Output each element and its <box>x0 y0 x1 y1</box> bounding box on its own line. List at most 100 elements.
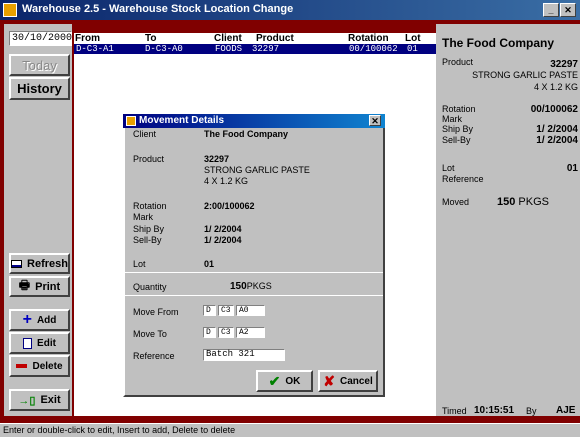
col-from[interactable]: From <box>75 33 100 44</box>
grid-header: From To Client Product Rotation Lot <box>74 33 436 44</box>
minimize-icon[interactable]: _ <box>543 3 559 17</box>
lot-value: 01 <box>566 163 578 174</box>
dlg-sellby-label: Sell-By <box>133 235 162 245</box>
dlg-quantity: 150PKGS <box>230 281 272 292</box>
product-code: 32297 <box>550 59 578 70</box>
cell-client: FOODS <box>215 44 243 54</box>
moved-quantity: 150 PKGS <box>497 196 549 208</box>
dialog-title-bar[interactable]: Movement Details ✕ <box>123 114 385 128</box>
minus-icon <box>16 364 28 368</box>
cell-lot: 01 <box>407 44 418 54</box>
shipby-label: Ship By <box>442 124 474 134</box>
print-label: Print <box>35 280 61 293</box>
moved-qty: 150 <box>497 196 516 208</box>
reference-field[interactable]: Batch 321 <box>203 349 285 361</box>
rotation-label: Rotation <box>442 104 476 114</box>
col-lot[interactable]: Lot <box>405 33 421 44</box>
dialog-app-icon <box>126 116 136 126</box>
printer-icon: 🖶 <box>18 278 31 292</box>
cell-from: D-C3-A1 <box>76 44 114 54</box>
ok-button[interactable]: ✔ OK <box>256 370 313 392</box>
product-label: Product <box>442 57 474 67</box>
delete-button[interactable]: Delete <box>9 355 70 377</box>
checkmark-icon: ✔ <box>268 373 281 389</box>
today-label: Today <box>22 57 57 73</box>
moveto-warehouse-field[interactable]: D <box>203 327 216 338</box>
plus-icon: + <box>22 311 32 328</box>
cancel-button[interactable]: ✘ Cancel <box>318 370 378 392</box>
exit-button[interactable]: →▯ Exit <box>9 389 70 411</box>
timed-value: 10:15:51 <box>474 405 515 416</box>
dialog-divider <box>125 272 383 273</box>
close-icon[interactable]: ✕ <box>560 3 576 17</box>
dlg-lot-label: Lot <box>133 259 146 269</box>
col-to[interactable]: To <box>145 33 156 44</box>
moved-label: Moved <box>442 197 470 207</box>
add-button[interactable]: + Add <box>9 309 70 331</box>
movefrom-bay-field[interactable]: A0 <box>236 305 265 316</box>
dlg-product-name: STRONG GARLIC PASTE <box>204 165 310 175</box>
dlg-shipby-label: Ship By <box>133 224 165 234</box>
edit-button[interactable]: Edit <box>9 332 70 354</box>
dialog-divider <box>125 295 383 296</box>
delete-label: Delete <box>32 360 63 372</box>
dlg-product-label: Product <box>133 154 165 164</box>
dlg-quantity-unit: PKGS <box>246 281 272 291</box>
dlg-client-label: Client <box>133 129 157 139</box>
by-value: AJE <box>556 405 576 416</box>
date-field[interactable]: 30/10/2000 <box>9 31 72 46</box>
reference-label: Reference <box>442 174 484 184</box>
sellby-label: Sell-By <box>442 135 471 145</box>
cancel-x-icon: ✘ <box>323 373 335 389</box>
col-client[interactable]: Client <box>214 33 242 44</box>
moved-unit: PKGS <box>518 196 549 208</box>
dlg-rotation-value: 2:00/100062 <box>204 201 255 211</box>
product-pack: 4 X 1.2 KG <box>533 82 578 92</box>
dialog-close-icon[interactable]: ✕ <box>369 115 381 126</box>
dlg-moveto-label: Move To <box>133 329 167 339</box>
col-rotation[interactable]: Rotation <box>348 33 389 44</box>
cell-rotation: 00/100062 <box>349 44 398 54</box>
add-label: Add <box>36 314 57 326</box>
cancel-label: Cancel <box>339 375 373 387</box>
history-label: History <box>17 81 62 96</box>
moveto-bay-field[interactable]: A2 <box>236 327 265 338</box>
col-product[interactable]: Product <box>256 33 294 44</box>
table-row[interactable]: D-C3-A1 D-C3-A0 FOODS 32297 00/100062 01 <box>74 44 436 54</box>
movefrom-warehouse-field[interactable]: D <box>203 305 216 316</box>
refresh-icon <box>11 259 23 268</box>
app-icon <box>3 3 17 17</box>
mark-label: Mark <box>442 114 462 124</box>
history-button[interactable]: History <box>9 77 70 100</box>
today-button[interactable]: Today <box>9 54 70 76</box>
window-title-bar[interactable]: Warehouse 2.5 - Warehouse Stock Location… <box>0 0 580 20</box>
moveto-aisle-field[interactable]: C3 <box>218 327 234 338</box>
dlg-movefrom-label: Move From <box>133 307 179 317</box>
print-button[interactable]: 🖶 Print <box>9 276 70 297</box>
edit-icon <box>23 337 33 349</box>
exit-label: Exit <box>40 394 61 406</box>
dlg-product-pack: 4 X 1.2 KG <box>204 176 249 186</box>
exit-door-icon: →▯ <box>18 394 36 407</box>
dlg-sellby-value: 1/ 2/2004 <box>204 235 242 245</box>
dlg-product-code: 32297 <box>204 154 230 164</box>
status-bar: Enter or double-click to edit, Insert to… <box>0 423 580 437</box>
cell-product: 32297 <box>252 44 280 54</box>
cell-to: D-C3-A0 <box>145 44 183 54</box>
dlg-shipby-value: 1/ 2/2004 <box>204 224 242 234</box>
dlg-lot-value: 01 <box>204 259 215 269</box>
product-name: STRONG GARLIC PASTE <box>472 70 578 80</box>
dlg-client-value: The Food Company <box>204 129 288 139</box>
dlg-reference-label: Reference <box>133 351 175 361</box>
refresh-button[interactable]: Refresh <box>9 253 70 274</box>
shipby-value: 1/ 2/2004 <box>536 124 578 135</box>
dlg-rotation-label: Rotation <box>133 201 167 211</box>
dialog-title: Movement Details <box>139 115 225 126</box>
timed-label: Timed <box>442 406 467 416</box>
by-label: By <box>526 406 537 416</box>
sellby-value: 1/ 2/2004 <box>536 135 578 146</box>
window-title: Warehouse 2.5 - Warehouse Stock Location… <box>22 3 294 15</box>
refresh-label: Refresh <box>27 257 68 270</box>
movefrom-aisle-field[interactable]: C3 <box>218 305 234 316</box>
company-name: The Food Company <box>442 36 554 50</box>
